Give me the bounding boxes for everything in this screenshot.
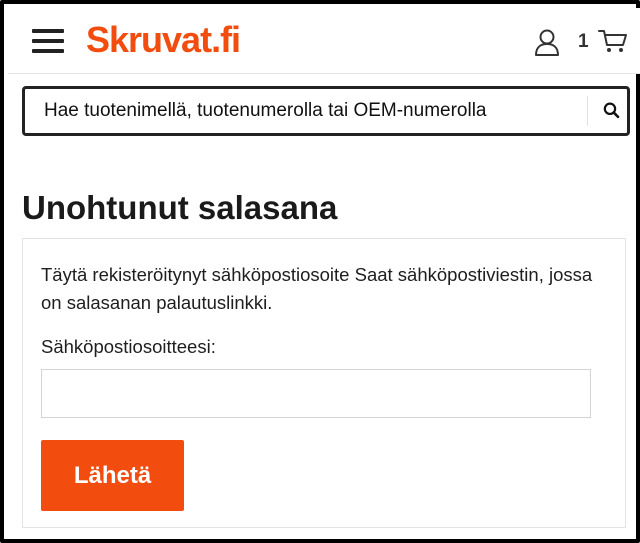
search-input[interactable] [25,89,573,133]
menu-bar [32,49,64,53]
page-title: Unohtunut salasana [22,189,338,226]
forgot-password-form: Täytä rekisteröitynyt sähköpostiosoite S… [22,238,626,528]
search-bar [22,86,630,136]
cart-icon[interactable] [598,28,628,54]
site-header: Skruvat.fi 1 [8,8,640,74]
menu-bar [32,29,64,33]
user-icon[interactable] [534,28,560,56]
submit-button[interactable]: Lähetä [41,440,184,511]
cart-count-badge[interactable]: 1 [578,30,589,54]
menu-icon[interactable] [30,28,66,54]
email-field[interactable] [41,369,591,418]
menu-bar [32,39,64,43]
email-label: Sähköpostiosoitteesi: [41,336,216,357]
search-icon[interactable] [587,96,621,126]
site-logo[interactable]: Skruvat.fi [86,20,241,60]
app-frame: Skruvat.fi 1 Unohtunut salasana Täytä re… [0,0,640,543]
form-description: Täytä rekisteröitynyt sähköpostiosoite S… [41,264,593,313]
